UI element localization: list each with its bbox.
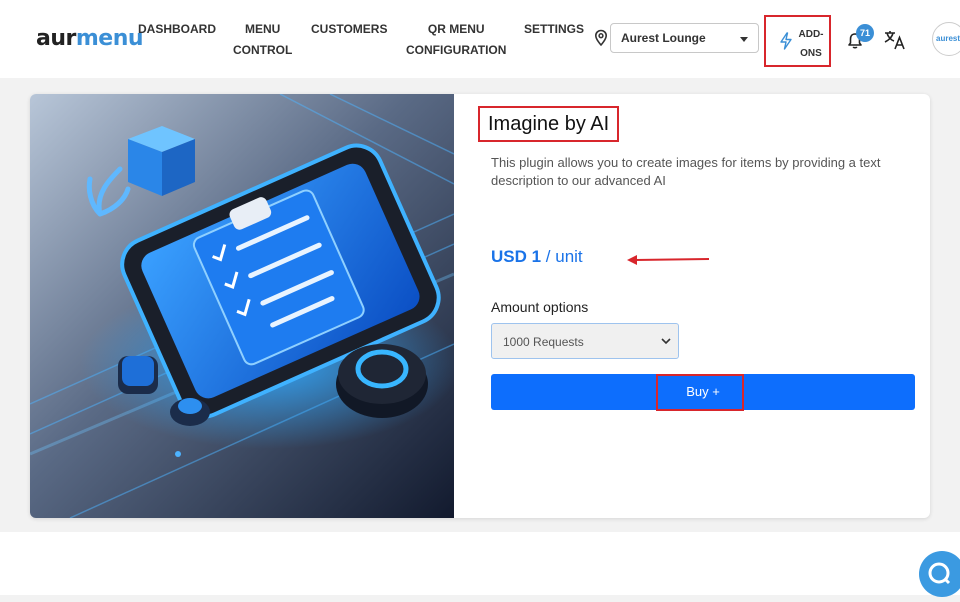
chat-button[interactable] (919, 551, 960, 597)
addons-label: ADD- ONS (794, 25, 828, 63)
logo-part-2: menu (75, 26, 144, 51)
addons-label-1: ADD- (798, 29, 824, 40)
nav-menu-control-label-1: MENU (244, 22, 281, 36)
nav-customers-label: CUSTOMERS (311, 22, 388, 36)
page-footer-area (0, 532, 960, 595)
nav-dashboard-label: DASHBOARD (138, 22, 216, 36)
location-pin-icon (594, 29, 608, 47)
nav-customers[interactable]: CUSTOMERS (311, 19, 387, 40)
nav-qr-menu-configuration[interactable]: QR MENU CONFIGURATION (406, 19, 506, 61)
product-price: USD 1 / unit (491, 246, 583, 268)
buy-button-highlight (656, 374, 744, 411)
product-title-highlight: Imagine by AI (478, 106, 620, 142)
product-title: Imagine by AI (488, 113, 610, 135)
location-select[interactable]: Aurest Lounge (610, 23, 759, 53)
chat-icon (928, 562, 951, 585)
notification-count-badge: 71 (856, 24, 874, 42)
nav-menu-control-label-2: CONTROL (233, 43, 293, 57)
translate-icon[interactable] (883, 29, 907, 51)
addons-label-2: ONS (800, 48, 822, 59)
amount-options-label: Amount options (491, 299, 589, 315)
price-amount: USD 1 (491, 247, 542, 266)
addon-product-card: Imagine by AI This plugin allows you to … (30, 94, 930, 518)
nav-qr-menu-label-1: QR MENU (427, 22, 485, 36)
annotation-arrow-icon (627, 255, 710, 265)
avatar-logo-text: aurest (936, 34, 960, 43)
chevron-down-icon (661, 338, 671, 345)
logo-part-1: aur (36, 26, 76, 51)
product-hero-image (30, 94, 454, 518)
nav-qr-menu-label-2: CONFIGURATION (406, 43, 507, 57)
chevron-down-icon (740, 37, 748, 42)
lightning-icon (780, 32, 792, 50)
addons-button[interactable]: ADD- ONS (764, 15, 831, 67)
product-description: This plugin allows you to create images … (491, 155, 881, 188)
aurmenu-logo[interactable]: aurmenu (36, 26, 144, 52)
top-navbar: aurmenu DASHBOARD MENU CONTROL CUSTOMERS… (0, 0, 960, 78)
amount-options-select[interactable]: 1000 Requests (491, 323, 679, 359)
avatar[interactable]: aurest (932, 22, 960, 56)
nav-settings[interactable]: SETTINGS (524, 19, 584, 40)
location-select-value: Aurest Lounge (621, 31, 706, 45)
nav-menu-control[interactable]: MENU CONTROL (233, 19, 292, 61)
nav-dashboard[interactable]: DASHBOARD (138, 19, 216, 40)
price-unit: / unit (541, 247, 583, 266)
amount-options-value: 1000 Requests (503, 335, 584, 349)
nav-settings-label: SETTINGS (524, 22, 585, 36)
